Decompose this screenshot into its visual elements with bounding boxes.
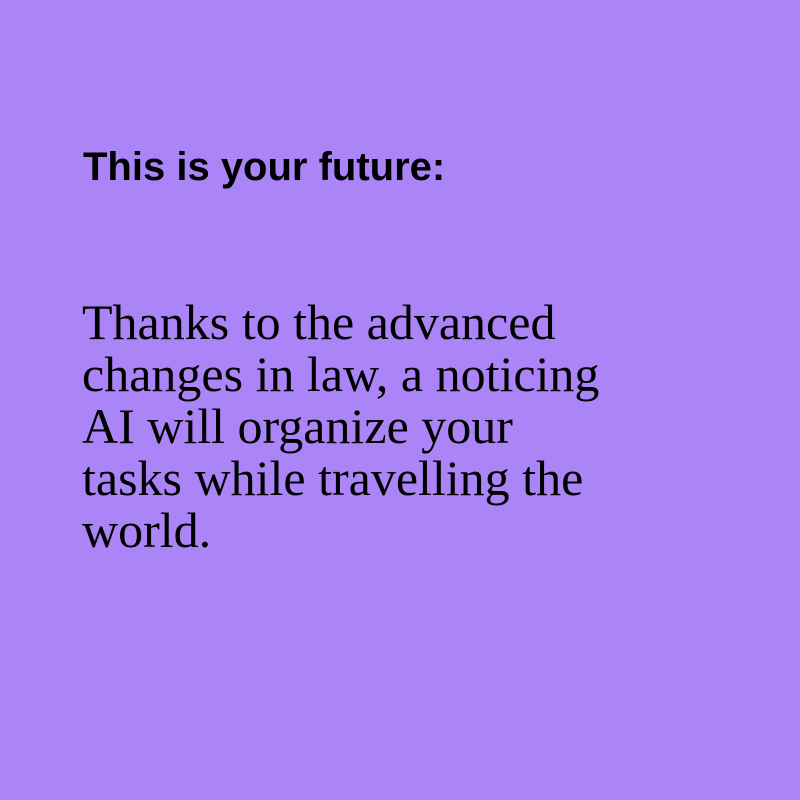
body-text: Thanks to the advanced changes in law, a… (82, 296, 722, 556)
body-line-4: tasks while travelling the (82, 450, 584, 506)
body-line-5: world. (82, 502, 212, 558)
headline: This is your future: (83, 145, 446, 189)
body-line-1: Thanks to the advanced (82, 294, 556, 350)
body-line-3: AI will organize your (82, 398, 513, 454)
body-line-2: changes in law, a noticing (82, 346, 600, 402)
post-card: This is your future: Thanks to the advan… (0, 0, 800, 800)
